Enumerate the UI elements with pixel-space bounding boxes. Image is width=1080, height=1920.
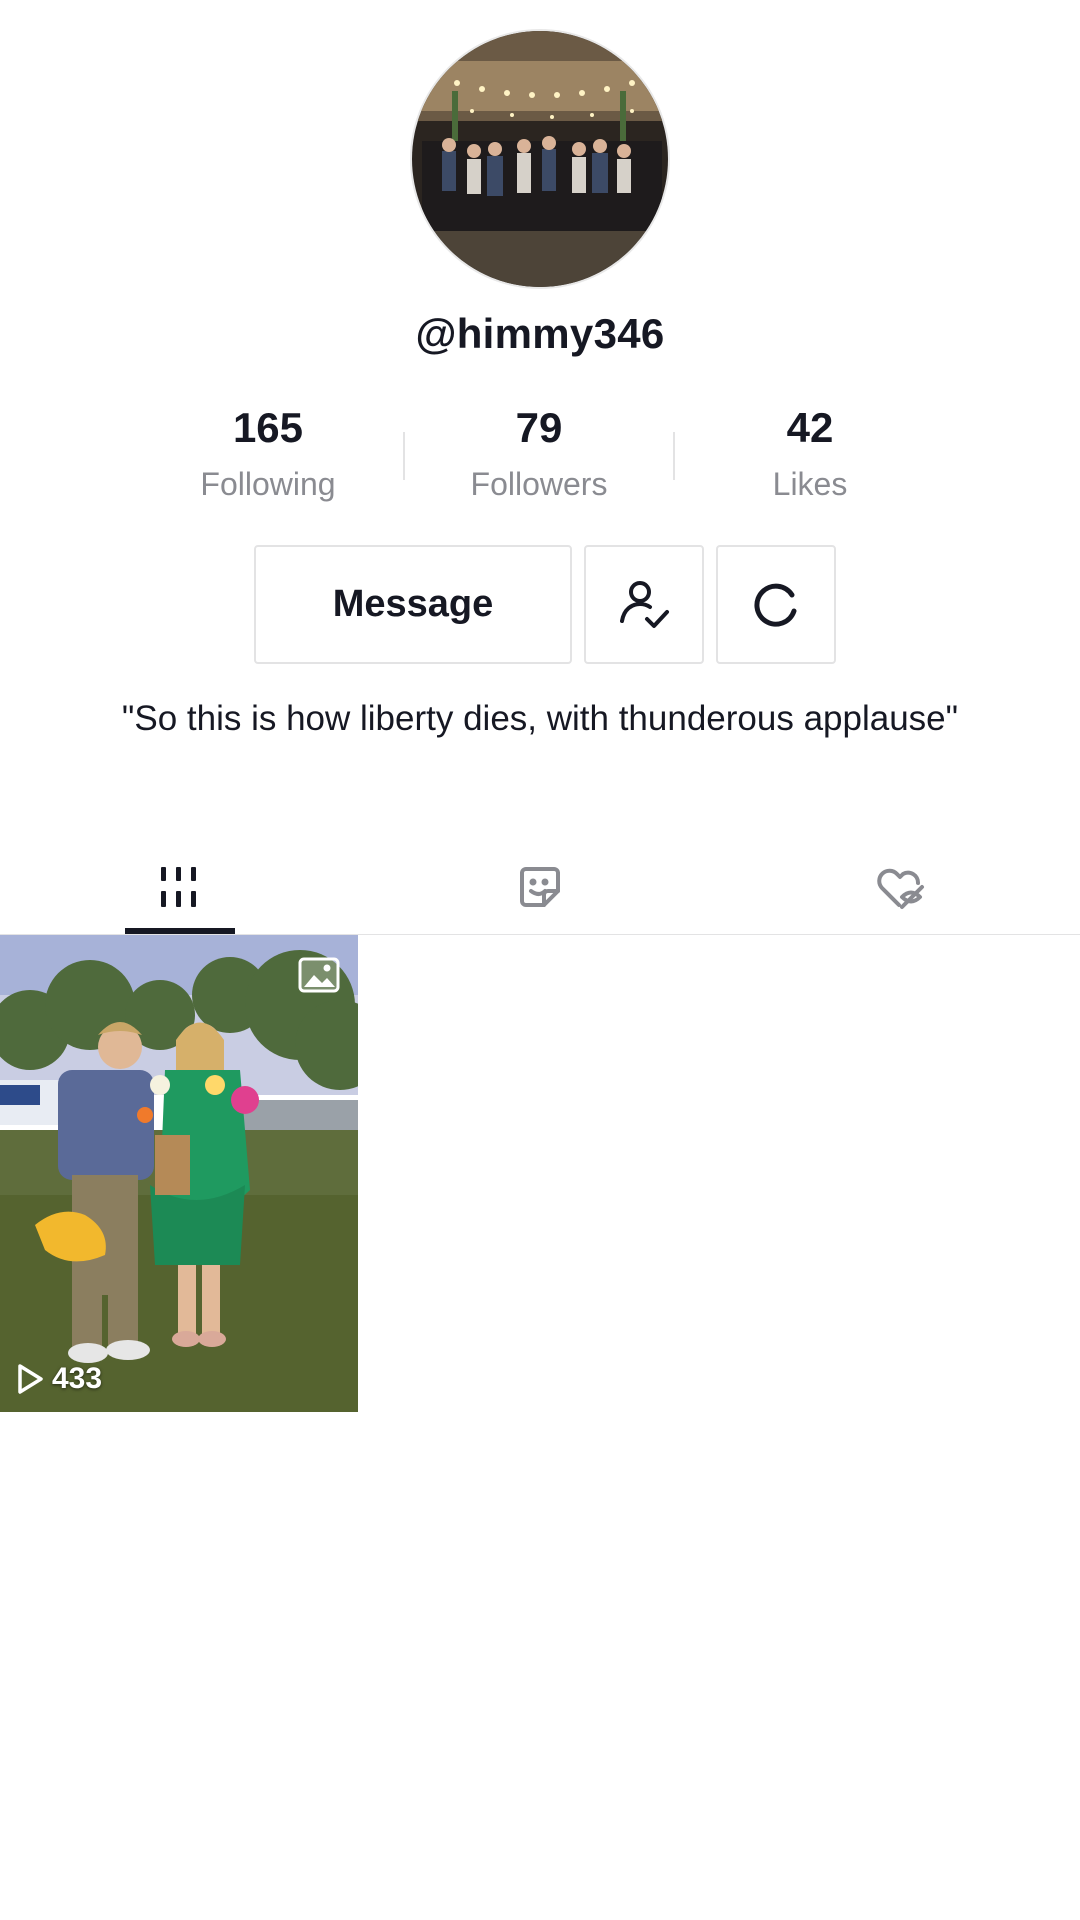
followers-label: Followers: [470, 466, 608, 502]
grid-icon: [161, 867, 196, 907]
photo-icon: [298, 957, 340, 993]
video-thumbnail[interactable]: 433: [0, 935, 358, 1412]
stat-divider: [403, 432, 405, 480]
likes-count: 42: [786, 404, 834, 451]
username: @himmy346: [415, 310, 665, 357]
profile-avatar[interactable]: [410, 29, 670, 289]
tab-videos[interactable]: [89, 840, 269, 934]
refresh-button[interactable]: [716, 545, 836, 664]
play-icon: [18, 1364, 43, 1394]
heart-hidden-icon: [877, 868, 924, 909]
video-thumbnail-image: [0, 935, 358, 1412]
stat-followers[interactable]: 79 Followers: [429, 400, 649, 506]
view-count: 433: [16, 1362, 102, 1396]
likes-label: Likes: [772, 466, 848, 502]
message-button[interactable]: Message: [254, 545, 572, 664]
following-count: 165: [232, 404, 304, 451]
stat-likes[interactable]: 42 Likes: [700, 400, 920, 506]
tab-liked[interactable]: [811, 840, 991, 934]
friends-button[interactable]: [584, 545, 704, 664]
stat-divider: [673, 432, 675, 480]
followers-count: 79: [515, 404, 563, 451]
content-tabs: [0, 840, 1080, 934]
sticker-icon: [520, 867, 560, 907]
profile-bio: "So this is how liberty dies, with thund…: [121, 699, 959, 738]
refresh-icon: [754, 583, 797, 627]
stat-following[interactable]: 165 Following: [158, 400, 378, 506]
view-count-text: 433: [52, 1362, 103, 1395]
tab-stickers[interactable]: [450, 840, 630, 934]
following-label: Following: [200, 466, 336, 502]
user-check-icon: [620, 580, 669, 628]
